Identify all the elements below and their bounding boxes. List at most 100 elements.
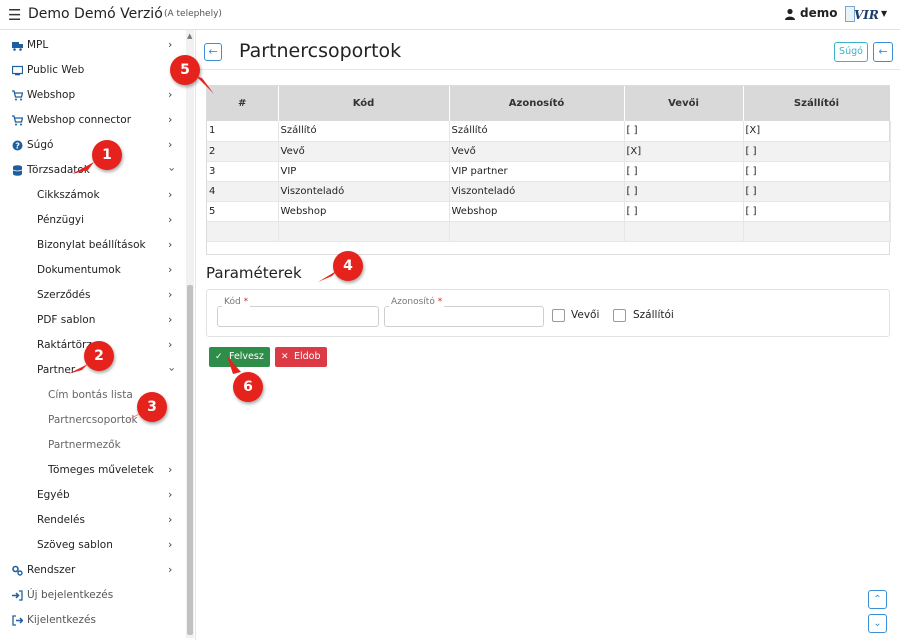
sidebar-item-webshop-connector[interactable]: Webshop connector › (0, 108, 186, 133)
table-header-row: # Kód Azonosító Vevői Szállítói (207, 86, 891, 121)
discard-button[interactable]: ✕ Eldob (275, 347, 327, 367)
column-header-kod[interactable]: Kód (278, 86, 450, 121)
callout-3-tail (124, 412, 142, 422)
user-icon[interactable] (784, 8, 796, 20)
sidebar-item-label: Public Web (27, 64, 85, 76)
table-row[interactable]: 4 Viszonteladó Viszonteladó [ ] [ ] (207, 181, 891, 202)
truck-icon (12, 42, 23, 51)
back-button-right[interactable]: ← (873, 42, 893, 62)
sidebar-item-kijelentkezes[interactable]: Kijelentkezés (0, 608, 186, 633)
hamburger-menu-icon[interactable]: ☰ (8, 6, 21, 24)
help-button[interactable]: Súgó (834, 42, 868, 62)
azonosito-label: Azonosító * (389, 297, 445, 307)
cell-vevoi: [X] (624, 141, 744, 162)
cell-kod: Vevő (278, 141, 450, 162)
scroll-to-top-button[interactable]: ⌃ (868, 590, 887, 609)
user-menu-caret-icon[interactable]: ▼ (881, 9, 887, 18)
callout-1-tail (72, 162, 94, 174)
sidebar-item-uj-bejelentkezes[interactable]: Új bejelentkezés (0, 583, 186, 608)
cell-vevoi: [ ] (624, 161, 744, 182)
sidebar-item-szoveg-sablon[interactable]: Szöveg sablon › (0, 533, 186, 558)
sidebar-scrollbar[interactable]: ▲ (186, 30, 194, 638)
chevron-right-icon: › (168, 538, 173, 551)
sidebar-item-label: Webshop (27, 89, 76, 101)
partner-groups-table: # Kód Azonosító Vevői Szállítói 1 Szállí… (206, 85, 891, 255)
sidebar-item-pdf-sablon[interactable]: PDF sablon › (0, 308, 186, 333)
cart-icon (12, 90, 23, 101)
column-header-azonosito[interactable]: Azonosító (449, 86, 625, 121)
table-row[interactable]: 3 VIP VIP partner [ ] [ ] (207, 161, 891, 182)
cell-kod: Viszonteladó (278, 181, 450, 202)
cell-vevoi: [ ] (624, 201, 744, 222)
cell-szallitoi: [X] (743, 121, 891, 142)
arrow-left-icon: ← (208, 45, 218, 58)
check-icon: ✓ (215, 352, 223, 362)
main-content: ← Partnercsoportok Súgó ← # Kód Azonosít… (196, 30, 900, 640)
svg-text:VIR: VIR (854, 8, 879, 22)
back-button[interactable]: ← (204, 43, 222, 61)
sidebar-item-tomeges-muveletek[interactable]: Tömeges műveletek › (0, 458, 186, 483)
column-header-szallitoi[interactable]: Szállítói (743, 86, 891, 121)
user-name[interactable]: demo (800, 6, 837, 20)
sidebar-item-label: Szerződés (37, 289, 91, 301)
chevron-right-icon: › (168, 263, 173, 276)
table-row[interactable]: 1 Szállító Szállító [ ] [X] (207, 121, 891, 142)
sidebar-item-bizonylat-beallitasok[interactable]: Bizonylat beállítások › (0, 233, 186, 258)
cell-vevoi: [ ] (624, 181, 744, 202)
scroll-to-bottom-button[interactable]: ⌄ (868, 614, 887, 633)
sidebar-item-label: Partnermezők (48, 439, 121, 451)
kod-label-text: Kód (224, 297, 241, 307)
sidebar-item-szerzodes[interactable]: Szerződés › (0, 283, 186, 308)
vir-logo-icon[interactable]: VIR (845, 4, 881, 24)
chevron-right-icon: › (168, 238, 173, 251)
cell-azonosito: Webshop (449, 201, 625, 222)
sidebar-item-rendeles[interactable]: Rendelés › (0, 508, 186, 533)
table-row[interactable]: 2 Vevő Vevő [X] [ ] (207, 141, 891, 162)
chevron-right-icon: › (168, 338, 173, 351)
scrollbar-thumb[interactable] (187, 285, 193, 635)
monitor-icon (12, 65, 23, 76)
callout-4-tail (318, 270, 338, 282)
app-subtitle: (A telephely) (164, 9, 222, 19)
kod-label: Kód * (222, 297, 251, 307)
cell-vevoi: [ ] (624, 121, 744, 142)
callout-5-tail (196, 76, 214, 94)
sidebar-item-dokumentumok[interactable]: Dokumentumok › (0, 258, 186, 283)
cell-number: 2 (207, 141, 279, 162)
vevoi-checkbox[interactable] (552, 309, 565, 322)
sidebar-item-webshop[interactable]: Webshop › (0, 83, 186, 108)
required-mark: * (243, 297, 249, 307)
arrow-left-icon: ← (878, 45, 888, 58)
cell-number: 3 (207, 161, 279, 182)
chevron-up-icon: ⌃ (873, 594, 882, 605)
callout-2-tail (68, 364, 88, 374)
sidebar-item-partnermezok[interactable]: Partnermezők (0, 433, 186, 458)
chevron-right-icon: › (168, 488, 173, 501)
cart-icon (12, 115, 23, 126)
cell-kod: VIP (278, 161, 450, 182)
sidebar-item-public-web[interactable]: Public Web (0, 58, 186, 83)
cell-number: 4 (207, 181, 279, 202)
params-form: Kód * Azonosító * Vevői Szállítói (206, 289, 890, 337)
kod-input[interactable] (217, 306, 379, 327)
cell-azonosito: VIP partner (449, 161, 625, 182)
table-row[interactable]: 5 Webshop Webshop [ ] [ ] (207, 201, 891, 222)
sidebar-item-rendszer[interactable]: Rendszer › (0, 558, 186, 583)
cell-empty (449, 221, 625, 242)
cell-szallitoi: [ ] (743, 161, 891, 182)
sidebar-item-cikkszamok[interactable]: Cikkszámok › (0, 183, 186, 208)
sidebar-item-penzugyi[interactable]: Pénzügyi › (0, 208, 186, 233)
scroll-up-arrow-icon[interactable]: ▲ (187, 32, 192, 40)
chevron-down-icon: › (165, 367, 179, 372)
cell-empty (278, 221, 450, 242)
table-row-new[interactable] (207, 221, 891, 242)
szallitoi-label: Szállítói (633, 309, 674, 321)
szallitoi-checkbox[interactable] (613, 309, 626, 322)
azonosito-input[interactable] (384, 306, 544, 327)
sidebar-item-egyeb[interactable]: Egyéb › (0, 483, 186, 508)
column-header-vevoi[interactable]: Vevői (624, 86, 744, 121)
params-title: Paraméterek (206, 264, 302, 282)
cogs-icon (12, 565, 23, 576)
sidebar-item-mpl[interactable]: MPL › (0, 33, 186, 58)
close-icon: ✕ (281, 352, 289, 362)
